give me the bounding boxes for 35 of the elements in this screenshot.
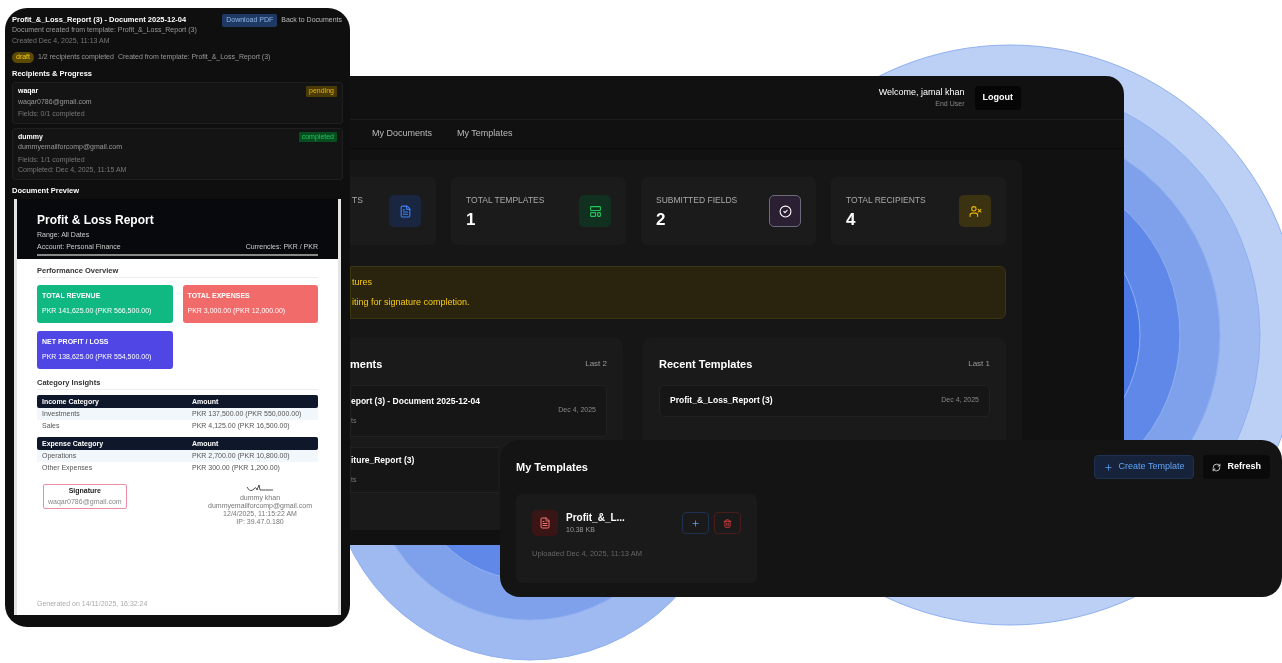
refresh-button[interactable]: Refresh	[1203, 455, 1270, 479]
stat-value: 2	[656, 209, 667, 230]
alert-title: tures	[352, 275, 373, 289]
stat-value: 1	[466, 209, 477, 230]
nav-tab[interactable]: My Templates	[457, 120, 513, 148]
trash-icon	[723, 518, 732, 528]
add-button[interactable]	[682, 512, 709, 534]
alert-message: iting for signature completion.	[352, 296, 471, 309]
stat-value: 4	[846, 209, 857, 230]
logout-button[interactable]: Logout	[974, 85, 1021, 110]
file-icon	[532, 510, 558, 536]
stat-label: SUBMITTED FIELDS	[656, 194, 738, 207]
welcome-text: Welcome, jamal khan	[878, 85, 965, 99]
plus-icon	[1103, 462, 1113, 472]
card-count: Last 1	[968, 358, 990, 371]
nav-tab[interactable]: My Documents	[372, 120, 433, 148]
stat-label: TOTAL TEMPLATES	[466, 194, 545, 207]
window-title: My Templates	[516, 459, 588, 475]
item-title: iture_Report (3)	[351, 453, 415, 467]
template-name: Profit_&_L...	[566, 511, 625, 526]
user-x-icon	[959, 195, 991, 227]
create-template-button[interactable]: Create Template	[1093, 455, 1195, 479]
report-title: Profit & Loss Report	[37, 211, 155, 229]
item-title: Profit_&_Loss_Report (3)	[670, 394, 773, 407]
document-icon	[389, 195, 421, 227]
layout-icon	[579, 195, 611, 227]
card-count: Last 2	[585, 358, 607, 371]
refresh-icon	[1212, 462, 1222, 472]
plus-icon	[691, 518, 700, 528]
card-title: Recent Templates	[659, 357, 753, 372]
card-title: ments	[350, 357, 383, 372]
delete-button[interactable]	[714, 512, 741, 534]
item-title: eport (3) - Document 2025-12-04	[351, 394, 480, 408]
stat-label: TS	[352, 194, 363, 207]
stat-label: TOTAL RECIPIENTS	[846, 194, 926, 207]
